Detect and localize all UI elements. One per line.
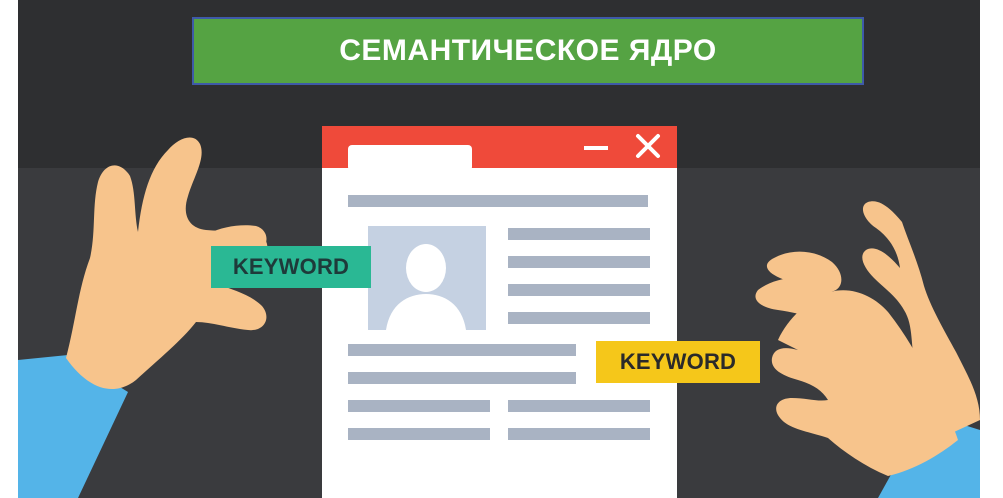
content-line (508, 256, 650, 268)
page-title: СЕМАНТИЧЕСКОЕ ЯДРО (339, 34, 717, 67)
scene: СЕМАНТИЧЕСКОЕ ЯДРО (18, 0, 980, 498)
content-line (508, 312, 650, 324)
title-banner: СЕМАНТИЧЕСКОЕ ЯДРО (192, 17, 864, 85)
content-line (508, 400, 650, 412)
keyword-tag-right: KEYWORD (596, 341, 760, 383)
content-line (508, 228, 650, 240)
content-line (348, 400, 490, 412)
content-line (348, 428, 490, 440)
keyword-tag-left: KEYWORD (211, 246, 371, 288)
content-line (348, 195, 648, 207)
content-line (348, 372, 576, 384)
window-tab (348, 145, 472, 171)
content-line (348, 344, 576, 356)
avatar-icon (368, 226, 486, 330)
illustration-canvas: СЕМАНТИЧЕСКОЕ ЯДРО KEYWORD KEYWORD (0, 0, 1003, 498)
content-line (508, 284, 650, 296)
minimize-icon[interactable] (584, 146, 608, 150)
content-line (508, 428, 650, 440)
